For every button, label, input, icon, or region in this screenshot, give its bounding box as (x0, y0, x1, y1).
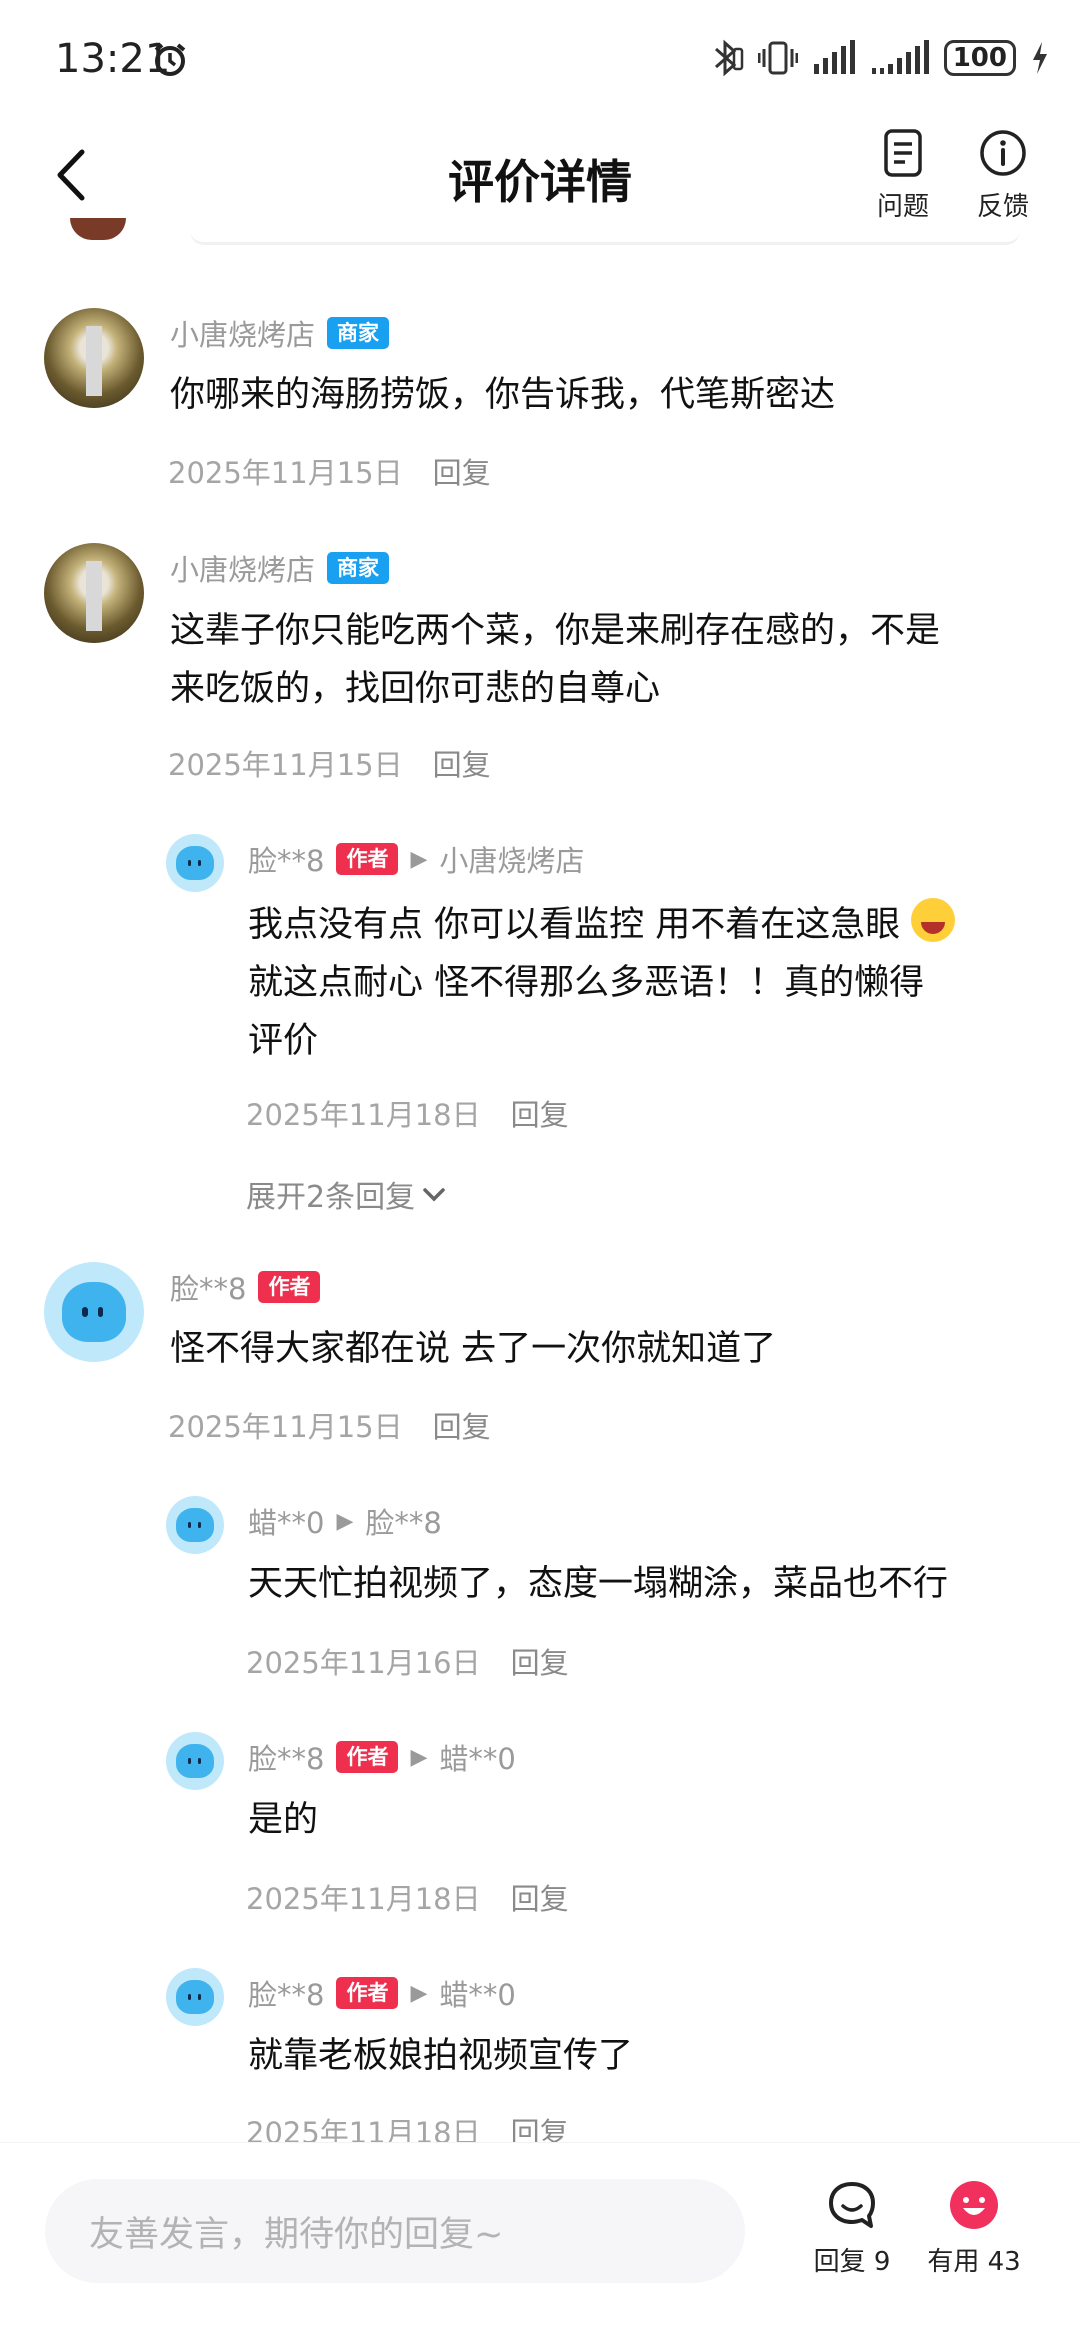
reply-arrow-icon: ▶ (410, 846, 428, 872)
comment-author: 脸**8 作者 (170, 1266, 321, 1308)
avatar[interactable] (166, 1968, 224, 2026)
avatar-figure (62, 1282, 126, 1342)
comment-date: 2025年11月15日 (168, 748, 403, 782)
avatar[interactable] (44, 543, 144, 643)
charging-icon (1033, 42, 1047, 74)
comment-author: 脸**8 作者 ▶ 蜡**0 (248, 1736, 516, 1778)
comment-text-line: 这辈子你只能吃两个菜，你是来刷存在感的，不是 (170, 611, 941, 651)
bluetooth-icon (714, 39, 743, 77)
reply-button[interactable]: 回复 (511, 1882, 569, 1916)
laughing-emoji-icon (911, 898, 956, 942)
author-badge: 作者 (336, 843, 399, 875)
avatar[interactable] (44, 1262, 144, 1362)
comment-author: 蜡**0 ▶ 脸**8 (248, 1500, 442, 1542)
chevron-down-icon (423, 1188, 445, 1202)
issue-button[interactable]: 问题 (858, 128, 948, 223)
avatar[interactable] (166, 1732, 224, 1790)
comment-text: 天天忙拍视频了，态度一塌糊涂，菜品也不行 (248, 1564, 949, 1604)
reply-arrow-icon: ▶ (410, 1980, 428, 2006)
comment-text-line: 评价 (248, 1021, 319, 1061)
comment-text: 这辈子你只能吃两个菜，你是来刷存在感的，不是 来吃饭的，找回你可悲的自尊心 (170, 602, 940, 718)
reply-button[interactable]: 回复 (433, 1410, 491, 1444)
issue-label: 问题 (876, 192, 929, 222)
comment-meta: 2025年11月15日 回复 (168, 450, 491, 492)
feedback-label: 反馈 (976, 192, 1029, 222)
avatar-figure (176, 845, 214, 881)
comment-meta: 2025年11月18日 回复 (246, 1092, 569, 1134)
reply-arrow-icon: ▶ (410, 1744, 428, 1770)
comment-text: 是的 (248, 1800, 319, 1840)
previous-card-edge (190, 225, 1020, 245)
status-bar: 13:21 100 (0, 0, 1080, 110)
author-name: 小唐烧烤店 (170, 318, 316, 352)
comment-date: 2025年11月15日 (168, 1410, 403, 1444)
reply-target-name: 蜡**0 (439, 1978, 516, 2012)
document-icon (884, 129, 922, 177)
comment-text: 就靠老板娘拍视频宣传了 (248, 2036, 634, 2076)
avatar[interactable] (166, 834, 224, 892)
battery-indicator: 100 (943, 40, 1016, 76)
comment-meta: 2025年11月16日 回复 (246, 1640, 569, 1682)
reply-target-name: 小唐烧烤店 (439, 844, 585, 878)
useful-count-label: 有用 43 (927, 2247, 1021, 2277)
reply-button[interactable]: 回复 (433, 748, 491, 782)
comment-author: 脸**8 作者 ▶ 蜡**0 (248, 1972, 516, 2014)
comment-author: 脸**8 作者 ▶ 小唐烧烤店 (248, 838, 584, 880)
comment-author: 小唐烧烤店 商家 (170, 312, 390, 354)
reply-count-button[interactable]: 回复 9 (792, 2177, 912, 2278)
smile-face-icon (950, 2181, 998, 2229)
system-icons: 100 (710, 38, 1050, 78)
avatar[interactable] (166, 1496, 224, 1554)
author-name: 蜡**0 (248, 1506, 325, 1540)
alarm-icon (154, 43, 186, 76)
author-badge: 作者 (336, 1741, 399, 1773)
comment-meta: 2025年11月15日 回复 (168, 1404, 491, 1446)
comment-text: 你哪来的海肠捞饭，你告诉我，代笔斯密达 (170, 375, 836, 415)
merchant-badge: 商家 (327, 317, 390, 349)
reply-button[interactable]: 回复 (511, 1098, 569, 1132)
author-name: 脸**8 (248, 1742, 325, 1776)
avatar[interactable] (44, 308, 144, 408)
expand-label: 展开2条回复 (246, 1180, 416, 1215)
useful-button[interactable]: 有用 43 (914, 2177, 1034, 2278)
signal-icon-2 (871, 40, 929, 74)
comment-text-line: 就这点耐心 怪不得那么多恶语！！真的懒得 (248, 963, 925, 1003)
bottom-action-bar: 友善发言，期待你的回复~ 回复 9 有用 43 (0, 2142, 1080, 2331)
author-name: 脸**8 (170, 1272, 247, 1306)
comment-date: 2025年11月15日 (168, 456, 403, 490)
info-icon (980, 130, 1026, 176)
merchant-badge: 商家 (327, 552, 390, 584)
chat-bubble-icon (829, 2182, 875, 2228)
top-nav-bar: 评价详情 问题 反馈 (0, 110, 1080, 240)
expand-replies-button[interactable]: 展开2条回复 (246, 1172, 447, 1216)
comment-author: 小唐烧烤店 商家 (170, 547, 390, 589)
reply-button[interactable]: 回复 (511, 1646, 569, 1680)
signal-icon-1 (813, 40, 855, 74)
reply-arrow-icon: ▶ (336, 1508, 354, 1534)
author-name: 小唐烧烤店 (170, 553, 316, 587)
comment-text: 我点没有点 你可以看监控 用不着在这急眼 就这点耐心 怪不得那么多恶语！！真的懒… (248, 896, 956, 1070)
comment-text-line: 来吃饭的，找回你可悲的自尊心 (170, 669, 661, 709)
comment-text: 怪不得大家都在说 去了一次你就知道了 (170, 1329, 777, 1369)
comment-date: 2025年11月18日 (246, 1882, 481, 1916)
avatar-figure (176, 1979, 214, 2015)
vibrate-icon (757, 41, 798, 75)
feedback-button[interactable]: 反馈 (958, 128, 1048, 223)
avatar-figure (176, 1507, 214, 1543)
comment-meta: 2025年11月18日 回复 (246, 1876, 569, 1918)
reply-count-label: 回复 9 (813, 2247, 891, 2277)
comment-text-line: 我点没有点 你可以看监控 用不着在这急眼 (248, 896, 956, 954)
reply-input[interactable]: 友善发言，期待你的回复~ (45, 2179, 745, 2283)
comment-date: 2025年11月18日 (246, 1098, 481, 1132)
author-badge: 作者 (258, 1271, 321, 1303)
author-badge: 作者 (336, 1977, 399, 2009)
comment-meta: 2025年11月15日 回复 (168, 742, 491, 784)
reply-target-name: 蜡**0 (439, 1742, 516, 1776)
author-name: 脸**8 (248, 844, 325, 878)
avatar-figure (176, 1743, 214, 1779)
reply-button[interactable]: 回复 (433, 456, 491, 490)
reply-target-name: 脸**8 (365, 1506, 442, 1540)
comment-date: 2025年11月16日 (246, 1646, 481, 1680)
author-name: 脸**8 (248, 1978, 325, 2012)
